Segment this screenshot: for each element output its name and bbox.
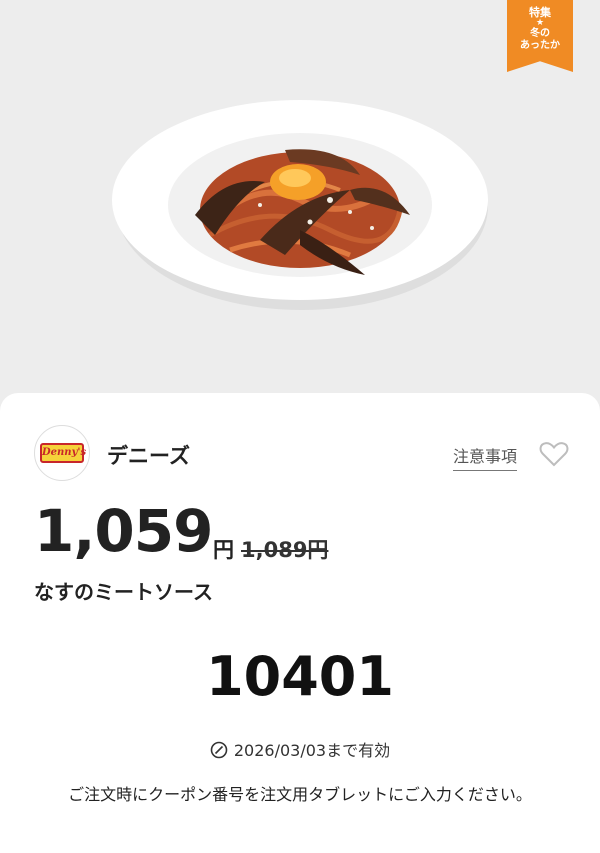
ribbon-star-icon: ★	[535, 18, 545, 28]
feature-ribbon: 特集 ★ 冬の あったか	[507, 0, 573, 72]
price-original: 1,089円	[241, 538, 329, 562]
instruction-text: ご注文時にクーポン番号を注文用タブレットにご入力ください。	[68, 785, 532, 804]
price-unit: 円	[213, 538, 234, 562]
shop-name: デニーズ	[107, 444, 190, 468]
coupon-code: 10401	[206, 645, 394, 708]
expiry-text: 2026/03/03まで有効	[233, 741, 391, 760]
hero-image-area: 特集 ★ 冬の あったか	[0, 0, 600, 395]
ribbon-line-1: 冬の	[530, 28, 550, 39]
price-current: 1,059	[34, 497, 213, 565]
shop-logo-badge: Denny's	[40, 443, 86, 463]
ribbon-line-2: あったか	[520, 40, 560, 51]
shop-logo: Denny's	[34, 425, 90, 481]
notes-link[interactable]: 注意事項	[453, 443, 518, 471]
heart-icon[interactable]	[539, 440, 569, 468]
clock-icon	[210, 741, 228, 759]
ribbon-title: 特集	[529, 6, 551, 19]
expiry-row: 2026/03/03まで有効	[0, 737, 600, 761]
item-name: なすのミートソース	[34, 580, 213, 604]
